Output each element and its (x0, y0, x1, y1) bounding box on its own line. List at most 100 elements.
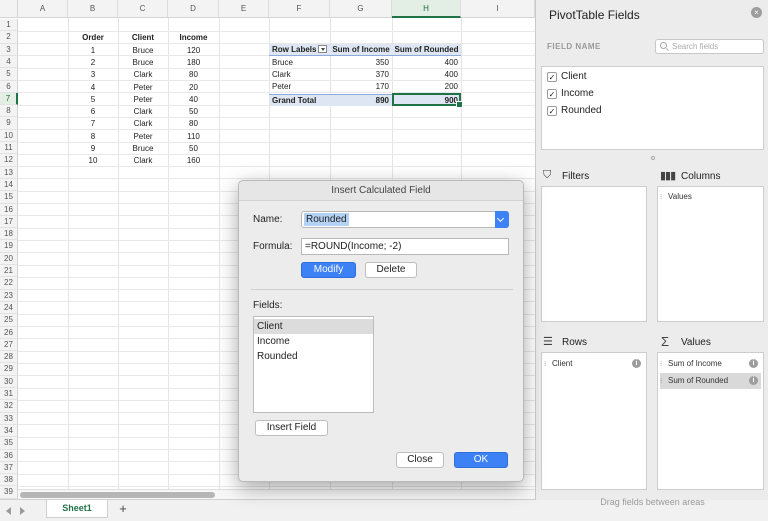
table-cell[interactable]: 2 (68, 57, 118, 69)
row-header-30[interactable]: 30 (0, 375, 18, 389)
row-header-13[interactable]: 13 (0, 166, 18, 179)
fields-listbox[interactable]: Client Income Rounded (253, 316, 374, 413)
row-header-7[interactable]: 7 (0, 92, 18, 106)
row-header-35[interactable]: 35 (0, 437, 18, 450)
formula-input[interactable]: =ROUND(Income; -2) (301, 238, 509, 255)
modify-button[interactable]: Modify (301, 262, 356, 278)
prev-sheet-icon[interactable] (6, 507, 11, 515)
row-header-12[interactable]: 12 (0, 154, 18, 167)
pivot-header-row-labels[interactable]: Row Labels (269, 44, 330, 56)
table-cell[interactable]: Peter (118, 82, 168, 94)
table-cell[interactable]: 50 (168, 143, 219, 155)
chevron-down-icon[interactable] (495, 211, 509, 228)
row-header-32[interactable]: 32 (0, 400, 18, 413)
checkbox-checked-icon[interactable]: ✓ (547, 106, 557, 116)
table-cell[interactable]: 160 (168, 155, 219, 167)
table-cell[interactable]: Bruce (118, 57, 168, 69)
columns-drop-area[interactable]: ⁝ Values (657, 186, 764, 322)
values-item-sum-of-rounded[interactable]: ⁝ Sum of Rounded i (660, 373, 761, 389)
columns-item-values[interactable]: ⁝ Values (660, 189, 761, 205)
row-header-33[interactable]: 33 (0, 412, 18, 425)
row-header-14[interactable]: 14 (0, 178, 18, 192)
search-fields-input[interactable]: Search fields (655, 39, 764, 54)
row-header-5[interactable]: 5 (0, 68, 18, 81)
table-cell[interactable]: Peter (118, 94, 168, 106)
table-cell[interactable]: Bruce (118, 143, 168, 155)
column-header-g[interactable]: G (330, 0, 392, 18)
close-icon[interactable]: × (751, 7, 762, 18)
row-header-8[interactable]: 8 (0, 105, 18, 118)
list-item[interactable]: Client (254, 319, 373, 334)
column-header-e[interactable]: E (219, 0, 269, 18)
row-header-19[interactable]: 19 (0, 240, 18, 253)
table-cell[interactable]: 3 (68, 69, 118, 81)
values-item-sum-of-income[interactable]: ⁝ Sum of Income i (660, 356, 761, 372)
row-header-4[interactable]: 4 (0, 55, 18, 69)
select-all-corner[interactable] (0, 0, 18, 18)
table-cell[interactable]: 10 (68, 155, 118, 167)
column-header-b[interactable]: B (68, 0, 118, 18)
close-button[interactable]: Close (396, 452, 444, 468)
add-sheet-button[interactable]: + (116, 502, 130, 516)
table-cell[interactable]: Clark (118, 155, 168, 167)
table-cell[interactable]: 1 (68, 45, 118, 57)
table-cell[interactable]: Bruce (118, 45, 168, 57)
name-combobox[interactable]: Rounded (301, 211, 509, 228)
row-header-26[interactable]: 26 (0, 326, 18, 339)
table-cell[interactable]: 120 (168, 45, 219, 57)
table-cell[interactable]: Clark (118, 69, 168, 81)
sheet-tab-sheet1[interactable]: Sheet1 (46, 500, 108, 518)
column-header-i[interactable]: I (461, 0, 535, 18)
checkbox-checked-icon[interactable]: ✓ (547, 89, 557, 99)
row-header-15[interactable]: 15 (0, 191, 18, 204)
row-header-18[interactable]: 18 (0, 228, 18, 241)
horizontal-scrollbar[interactable] (18, 489, 535, 499)
table-cell[interactable]: 80 (168, 118, 219, 130)
row-header-11[interactable]: 11 (0, 142, 18, 155)
column-header-a[interactable]: A (18, 0, 68, 18)
row-labels-filter-icon[interactable] (318, 44, 328, 53)
list-item[interactable]: Rounded (254, 349, 373, 364)
row-header-39[interactable]: 39 (0, 486, 18, 499)
row-header-10[interactable]: 10 (0, 129, 18, 143)
filters-drop-area[interactable] (541, 186, 647, 322)
values-drop-area[interactable]: ⁝ Sum of Income i ⁝ Sum of Rounded i (657, 352, 764, 490)
row-header-17[interactable]: 17 (0, 215, 18, 229)
row-header-24[interactable]: 24 (0, 301, 18, 315)
row-header-27[interactable]: 27 (0, 338, 18, 352)
table-cell[interactable]: 180 (168, 57, 219, 69)
row-header-1[interactable]: 1 (0, 19, 18, 32)
table-cell[interactable]: 9 (68, 143, 118, 155)
row-header-22[interactable]: 22 (0, 277, 18, 290)
scrollbar-thumb[interactable] (20, 492, 215, 498)
column-header-h[interactable]: H (392, 0, 461, 18)
ok-button[interactable]: OK (454, 452, 508, 468)
row-header-38[interactable]: 38 (0, 474, 18, 487)
next-sheet-icon[interactable] (20, 507, 25, 515)
table-cell[interactable]: 7 (68, 118, 118, 130)
row-header-6[interactable]: 6 (0, 80, 18, 93)
row-header-21[interactable]: 21 (0, 265, 18, 278)
column-header-f[interactable]: F (269, 0, 330, 18)
info-icon[interactable]: i (749, 359, 758, 368)
info-icon[interactable]: i (632, 359, 641, 368)
delete-button[interactable]: Delete (365, 262, 417, 278)
table-cell[interactable]: 8 (68, 131, 118, 143)
table-cell[interactable]: 40 (168, 94, 219, 106)
row-header-3[interactable]: 3 (0, 43, 18, 56)
row-header-36[interactable]: 36 (0, 449, 18, 462)
row-header-29[interactable]: 29 (0, 363, 18, 376)
resize-handle[interactable] (651, 156, 655, 160)
row-header-34[interactable]: 34 (0, 424, 18, 438)
checkbox-checked-icon[interactable]: ✓ (547, 72, 557, 82)
row-header-16[interactable]: 16 (0, 203, 18, 216)
table-cell[interactable]: 5 (68, 94, 118, 106)
active-cell-h7[interactable] (392, 93, 463, 108)
table-cell[interactable]: 4 (68, 82, 118, 94)
column-header-c[interactable]: C (118, 0, 168, 18)
row-header-20[interactable]: 20 (0, 252, 18, 266)
table-cell[interactable]: 20 (168, 82, 219, 94)
column-header-d[interactable]: D (168, 0, 219, 18)
table-cell[interactable]: Clark (118, 118, 168, 130)
row-header-9[interactable]: 9 (0, 117, 18, 130)
